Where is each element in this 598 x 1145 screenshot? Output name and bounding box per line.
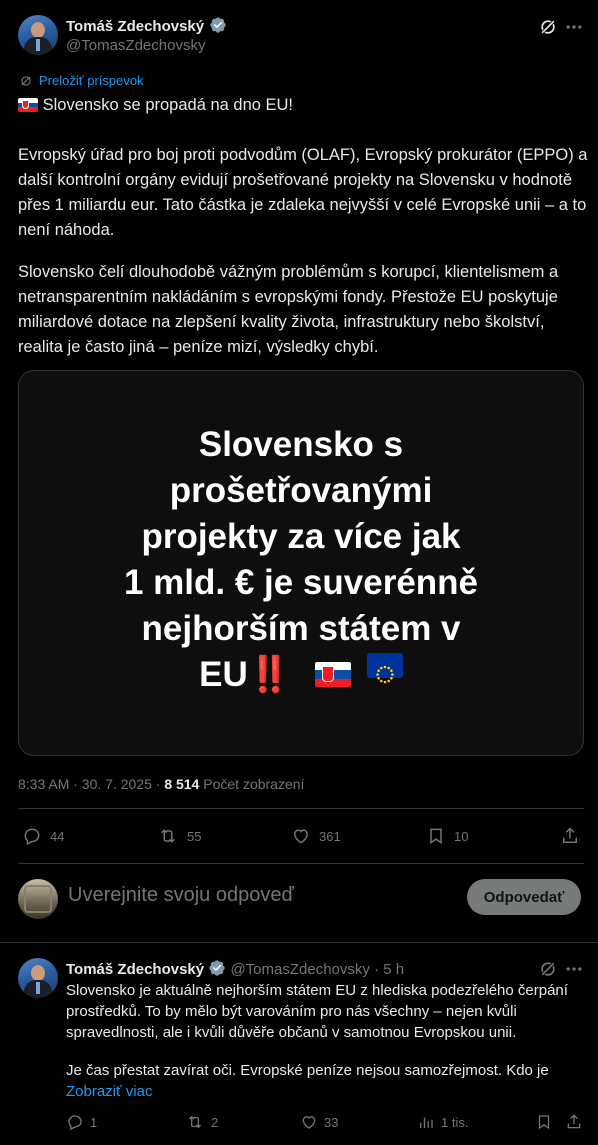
repost-count: 55 xyxy=(187,828,202,844)
more-icon xyxy=(566,967,582,971)
divider xyxy=(18,863,584,864)
reply-author-info: Tomáš Zdechovský @TomasZdechovsky · 5 h xyxy=(66,959,404,978)
author-avatar[interactable] xyxy=(18,15,58,55)
author-handle[interactable]: @TomasZdechovsky xyxy=(66,37,205,54)
reply-reply-action[interactable]: 1 xyxy=(66,1113,97,1131)
more-button[interactable] xyxy=(564,17,584,37)
reply-repost-count: 2 xyxy=(211,1114,219,1130)
reply-views-count: 1 tis. xyxy=(441,1114,469,1130)
share-action[interactable] xyxy=(560,826,580,846)
reply-author-avatar[interactable] xyxy=(18,958,58,998)
tweet-meta: 8:33 AM · 30. 7. 2025 · 8 514 Počet zobr… xyxy=(18,776,304,792)
reply-grok-button[interactable] xyxy=(538,959,558,979)
reply-views-action[interactable]: 1 tis. xyxy=(417,1113,468,1131)
reply-bookmark-action[interactable] xyxy=(535,1113,553,1131)
tweet-media-image[interactable]: Slovensko s prošetřovanými projekty za v… xyxy=(18,370,584,756)
translate-icon xyxy=(21,75,31,86)
verified-badge-icon xyxy=(209,960,225,976)
eu-flag-icon xyxy=(366,653,403,684)
bookmark-action[interactable]: 10 xyxy=(426,826,468,846)
media-line: Slovensko s xyxy=(198,425,404,464)
reply-share-action[interactable] xyxy=(565,1113,583,1131)
reply-more-button[interactable] xyxy=(564,959,584,979)
reply-author-name[interactable]: Tomáš Zdechovský xyxy=(66,961,204,978)
author-name[interactable]: Tomáš Zdechovský xyxy=(66,18,204,35)
like-action[interactable]: 361 xyxy=(291,826,341,846)
tweet-paragraph-2: Slovensko čelí dlouhodobě vážným problém… xyxy=(18,263,559,356)
views-label: Počet zobrazení xyxy=(203,776,305,792)
reply-reply-count: 1 xyxy=(90,1114,98,1130)
slovakia-flag-icon xyxy=(18,98,38,112)
share-icon xyxy=(563,827,577,843)
headline-text: Slovensko se propadá na dno EU! xyxy=(42,96,294,114)
double-exclamation-icon: ‼️ xyxy=(247,655,292,694)
reply-author-handle[interactable]: @TomasZdechovsky xyxy=(230,961,369,978)
share-icon xyxy=(567,1114,581,1129)
divider xyxy=(0,942,598,943)
reply-like-count: 33 xyxy=(324,1114,339,1130)
media-line: nejhorším státem v xyxy=(141,609,461,648)
media-line: 1 mld. € je suverénně xyxy=(123,563,479,602)
media-line: prošetřovanými xyxy=(169,471,433,510)
reply-input[interactable]: Uverejnite svoju odpoveď xyxy=(68,884,294,907)
tweet-timestamp[interactable]: 8:33 AM · 30. 7. 2025 · xyxy=(18,776,160,792)
repost-action[interactable]: 55 xyxy=(157,826,201,846)
more-icon xyxy=(566,25,582,29)
reply-like-action[interactable]: 33 xyxy=(300,1113,338,1131)
slovakia-flag-icon xyxy=(315,662,352,687)
media-text: Slovensko s prošetřovanými projekty za v… xyxy=(19,422,583,698)
author-info: Tomáš Zdechovský xyxy=(66,16,227,36)
views-count: 8 514 xyxy=(164,776,200,792)
reply-count: 44 xyxy=(50,828,65,844)
repost-icon xyxy=(161,829,175,843)
reply-action[interactable]: 44 xyxy=(22,826,64,846)
reply-paragraph-1: Slovensko je aktuálně nejhorším státem E… xyxy=(66,982,568,1041)
reply-time[interactable]: · 5 h xyxy=(374,961,404,978)
grok-button[interactable] xyxy=(538,17,558,37)
current-user-avatar[interactable] xyxy=(18,879,58,919)
views-icon xyxy=(420,1117,433,1128)
bookmark-count: 10 xyxy=(454,828,469,844)
like-icon xyxy=(302,1116,316,1129)
reply-repost-action[interactable]: 2 xyxy=(185,1113,218,1131)
reply-paragraph-2: Je čas přestat zavírat oči. Evropské pen… xyxy=(66,1062,549,1079)
bookmark-icon xyxy=(538,1115,550,1130)
like-icon xyxy=(293,829,309,844)
bookmark-icon xyxy=(430,828,442,845)
like-count: 361 xyxy=(319,828,341,844)
reply-icon xyxy=(68,1115,82,1131)
grok-icon xyxy=(540,19,556,35)
verified-badge-icon xyxy=(209,17,226,33)
repost-icon xyxy=(188,1115,202,1129)
show-more-link[interactable]: Zobraziť viac xyxy=(66,1081,152,1102)
divider xyxy=(18,808,584,809)
tweet-headline: Slovensko se propadá na dno EU! xyxy=(18,93,588,118)
grok-icon xyxy=(540,961,556,977)
translate-label[interactable]: Preložiť príspevok xyxy=(39,73,144,88)
translate-link[interactable]: Preložiť príspevok xyxy=(19,73,144,88)
reply-button[interactable]: Odpovedať xyxy=(467,879,581,915)
tweet-paragraph-1: Evropský úřad pro boj proti podvodům (OL… xyxy=(18,146,588,239)
media-line: projekty za více jak xyxy=(141,517,461,556)
media-line: EU xyxy=(199,655,248,694)
media-line-last: EU‼️ xyxy=(19,652,583,698)
reply-icon xyxy=(24,828,40,846)
